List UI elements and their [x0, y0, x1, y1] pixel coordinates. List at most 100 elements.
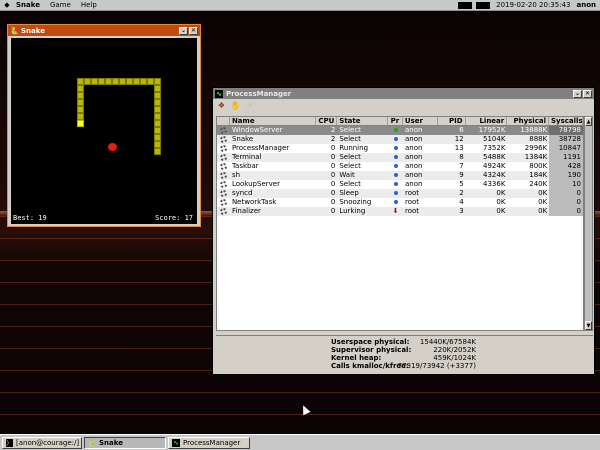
snake-segment [126, 78, 133, 85]
gear-icon [217, 126, 230, 135]
cell-name: LookupServer [231, 180, 280, 188]
table-row[interactable]: Terminal 0 Select anon 8 5488K 1384K 119… [217, 153, 583, 162]
taskbar-item-label: ProcessManager [183, 438, 241, 447]
stop-hand-icon[interactable]: ✋ [230, 100, 241, 111]
priority-normal-icon [388, 171, 403, 180]
cell-pid: 3 [459, 207, 464, 215]
snake-segment [77, 113, 84, 120]
table-scrollbar[interactable]: ▲ ▼ [584, 116, 593, 331]
snake-segment [77, 85, 84, 92]
cell-physical: 888K [529, 135, 548, 143]
kill-icon[interactable]: ❖ [216, 100, 227, 111]
taskbar-item-snake[interactable]: 🐍 Snake [84, 436, 166, 449]
cell-linear: 4324K [483, 171, 506, 179]
cell-name: syncd [231, 189, 253, 197]
cell-state: Sleep [339, 189, 359, 197]
gear-icon [217, 189, 230, 198]
snake-segment [119, 78, 126, 85]
taskbar-item-label: Snake [99, 438, 123, 447]
cell-physical: 1384K [524, 153, 548, 161]
cell-syscalls: 0 [549, 189, 583, 198]
snake-segment [154, 141, 161, 148]
close-button[interactable]: ✕ [583, 89, 592, 98]
cell-cpu: 0 [330, 180, 336, 188]
continue-hand-icon[interactable]: ☞ [244, 100, 255, 111]
scroll-up-icon[interactable]: ▲ [585, 117, 592, 126]
header-pid[interactable]: PID [438, 117, 466, 125]
header-user[interactable]: User [403, 117, 438, 125]
pm-titlebar[interactable]: ∿ ProcessManager ⌄ ✕ [213, 88, 594, 99]
snake-segment [154, 113, 161, 120]
cell-syscalls: 1191 [549, 153, 583, 162]
cell-user: anon [404, 180, 423, 188]
taskbar-item-process-manager[interactable]: ∿ ProcessManager [168, 436, 250, 449]
cell-user: anon [404, 153, 423, 161]
cell-cpu: 0 [330, 162, 336, 170]
header-state[interactable]: State [337, 117, 388, 125]
process-table[interactable]: Name CPU State Pr User PID Linear Physic… [216, 116, 584, 331]
snake-window[interactable]: 🐍 Snake ⌄ ✕ Best: 19 Score: 17 [7, 24, 201, 227]
table-row[interactable]: Finalizer 0 Lurking ⬇ root 3 0K 0K 0 [217, 207, 583, 216]
stat-row: Kernel heap: 459K/1024K [331, 354, 476, 362]
cell-cpu: 0 [330, 171, 336, 179]
serenity-logo-icon[interactable]: ◆ [3, 1, 11, 9]
cell-linear: 5488K [483, 153, 506, 161]
snake-segment [154, 78, 161, 85]
snake-titlebar[interactable]: 🐍 Snake ⌄ ✕ [8, 25, 200, 36]
snake-segment [147, 78, 154, 85]
table-row[interactable]: sh 0 Wait anon 9 4324K 184K 190 [217, 171, 583, 180]
table-row[interactable]: ProcessManager 0 Running anon 13 7352K 2… [217, 144, 583, 153]
cell-cpu: 0 [330, 198, 336, 206]
gear-icon [217, 135, 230, 144]
header-cpu[interactable]: CPU [316, 117, 338, 125]
menu-game[interactable]: Game [45, 1, 76, 9]
cell-linear: 4336K [483, 180, 506, 188]
table-row[interactable]: syncd 0 Sleep root 2 0K 0K 0 [217, 189, 583, 198]
minimize-button[interactable]: ⌄ [573, 89, 582, 98]
cell-state: Snoozing [339, 198, 372, 206]
cell-syscalls: 190 [549, 171, 583, 180]
snake-head [77, 120, 84, 127]
cpu-graph-applet[interactable] [458, 1, 473, 9]
cell-syscalls: 0 [549, 207, 583, 216]
minimize-button[interactable]: ⌄ [179, 26, 188, 35]
table-row[interactable]: LookupServer 0 Select anon 5 4336K 240K … [217, 180, 583, 189]
cell-linear: 7352K [483, 144, 506, 152]
snake-icon: 🐍 [88, 438, 97, 447]
header-physical[interactable]: Physical [507, 117, 549, 125]
cell-linear: 5104K [483, 135, 506, 143]
cell-pid: 5 [459, 180, 464, 188]
snake-segment [98, 78, 105, 85]
stat-label: Supervisor physical: [331, 346, 412, 354]
table-row[interactable]: WindowServer 2 Select anon 6 17952K 1388… [217, 126, 583, 135]
cell-syscalls: 10 [549, 180, 583, 189]
snake-segment [154, 134, 161, 141]
header-syscalls[interactable]: Syscalls [548, 117, 583, 125]
process-manager-window[interactable]: ∿ ProcessManager ⌄ ✕ ❖ ✋ ☞ Name CPU Stat… [212, 87, 595, 375]
close-button[interactable]: ✕ [189, 26, 198, 35]
taskbar-item-terminal[interactable]: 〉 [anon@courage:/] [2, 436, 82, 449]
snake-segment [154, 127, 161, 134]
memory-graph-applet[interactable] [476, 1, 491, 9]
process-manager-icon: ∿ [215, 89, 223, 98]
table-row[interactable]: NetworkTask 0 Snoozing root 4 0K 0K 0 [217, 198, 583, 207]
current-score: Score: 17 [155, 214, 193, 222]
cell-name: Finalizer [231, 207, 261, 215]
cell-syscalls: 78798 [549, 126, 583, 135]
header-priority[interactable]: Pr [388, 117, 403, 125]
menu-app[interactable]: Snake [11, 1, 45, 9]
menubar: ◆ Snake Game Help 2019-02-20 20:35:43 an… [0, 0, 600, 11]
snake-segment [112, 78, 119, 85]
scroll-down-icon[interactable]: ▼ [585, 321, 592, 330]
header-linear[interactable]: Linear [466, 117, 508, 125]
header-name[interactable]: Name [230, 117, 317, 125]
cell-cpu: 0 [330, 207, 336, 215]
snake-game-field[interactable]: Best: 19 Score: 17 [11, 38, 197, 224]
menu-help[interactable]: Help [76, 1, 102, 9]
table-row[interactable]: Taskbar 0 Select anon 7 4924K 800K 428 [217, 162, 583, 171]
cell-physical: 184K [529, 171, 548, 179]
stat-value: 459K/1024K [433, 354, 476, 362]
snake-window-title: Snake [21, 26, 45, 35]
table-header: Name CPU State Pr User PID Linear Physic… [217, 117, 583, 126]
table-row[interactable]: Snake 2 Select anon 12 5104K 888K 38728 [217, 135, 583, 144]
